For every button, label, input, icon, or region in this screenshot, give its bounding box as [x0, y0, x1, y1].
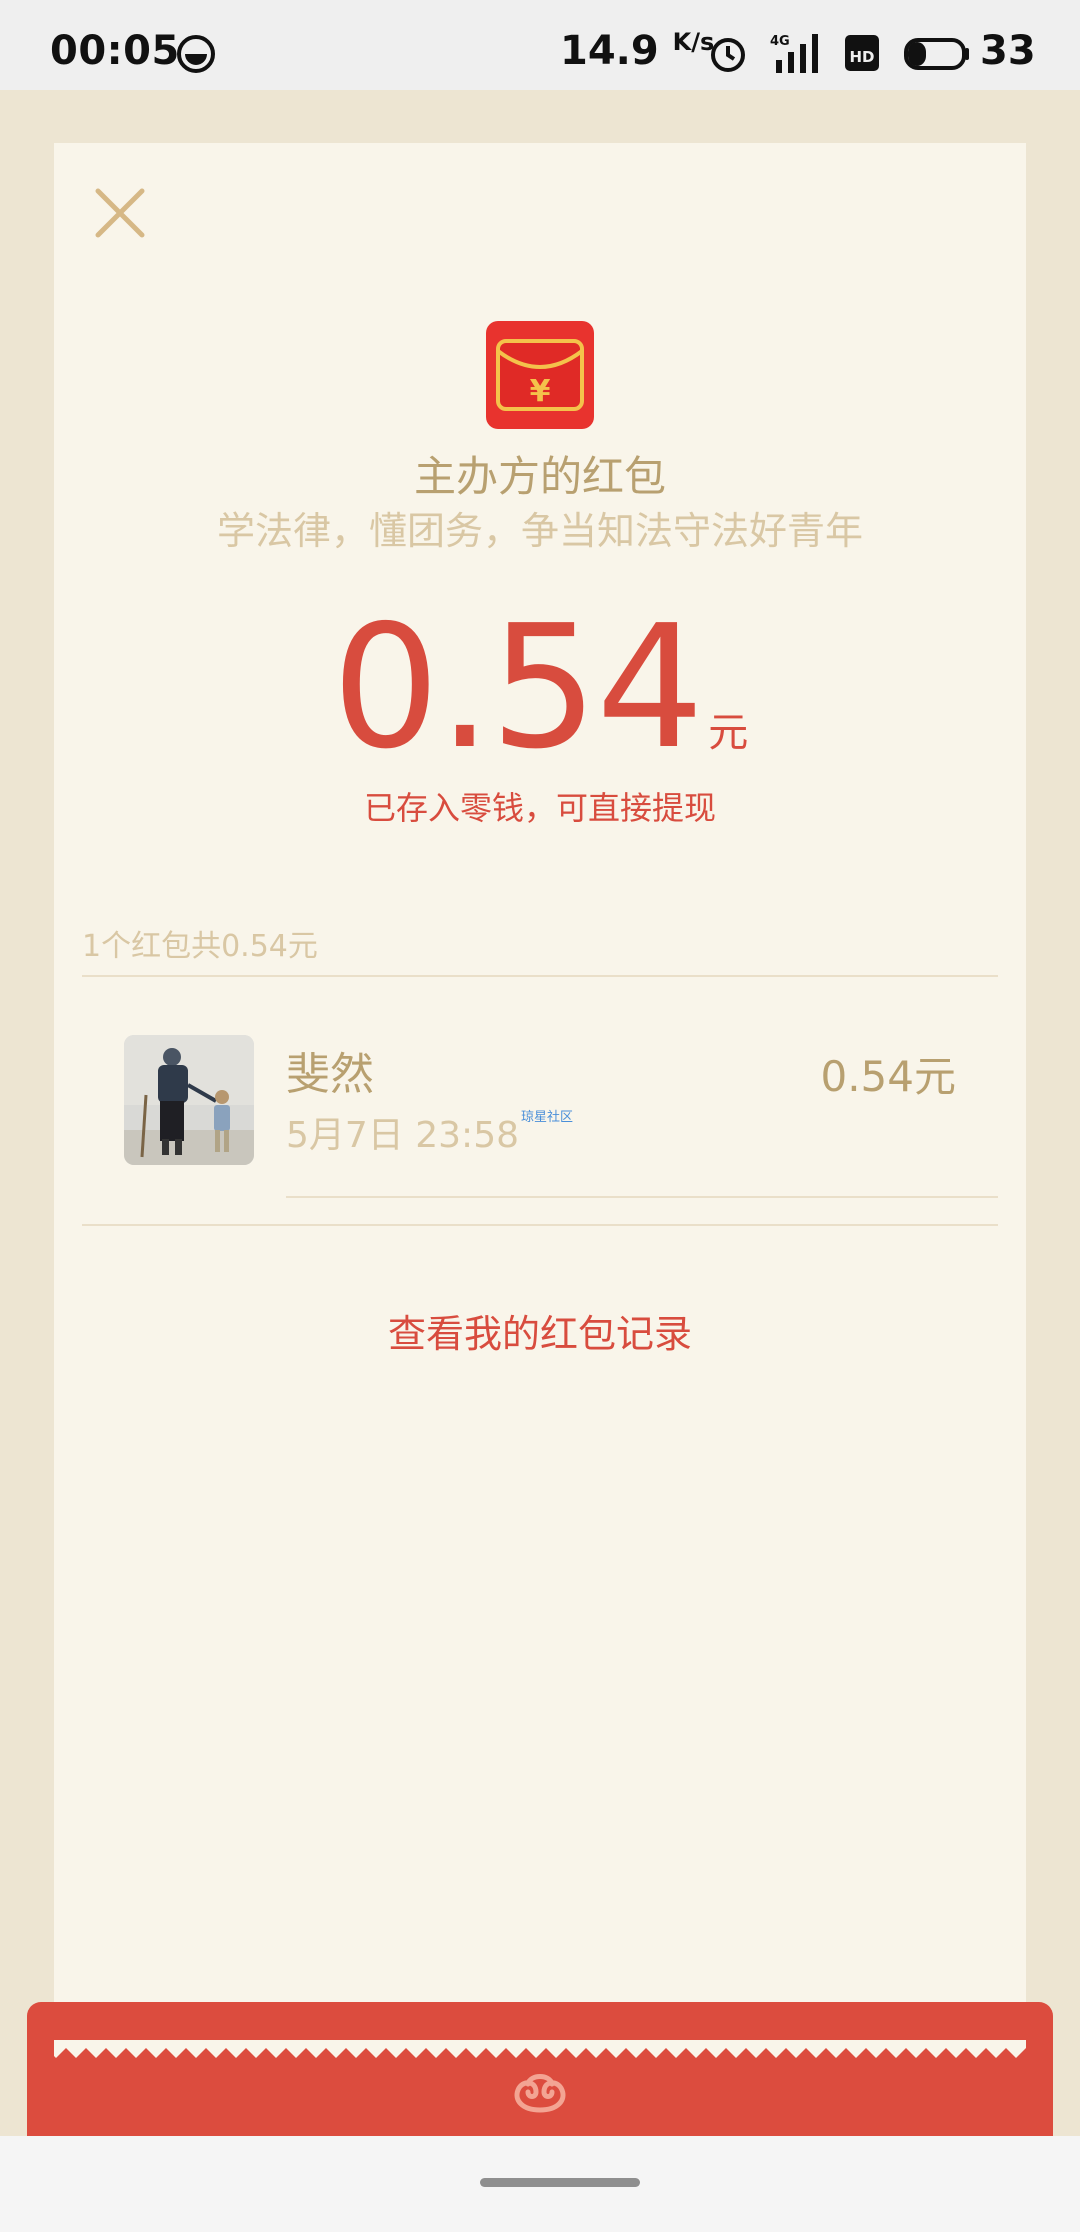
- cloud-logo-icon: [514, 2074, 566, 2113]
- amount-value: 0.54: [331, 589, 705, 787]
- packet-title: 主办方的红包: [413, 452, 666, 501]
- navigation-bar: [0, 2136, 1080, 2232]
- red-packet-card: ¥ 主办方的红包 学法律，懂团务，争当知法守法好青年 0.54 元 已存入零钱，可…: [54, 143, 1026, 2048]
- community-tag: 琼星社区: [521, 1110, 574, 1125]
- zigzag-edge: [54, 2040, 1026, 2058]
- receive-time: 5月7日 23:58 琼星社区: [286, 1110, 574, 1156]
- bottom-band: [27, 2002, 1053, 2136]
- network-speed: 14.9 K/s: [560, 28, 715, 74]
- divider: [286, 1196, 998, 1198]
- hd-icon: HD: [845, 35, 879, 71]
- avatar[interactable]: [124, 1035, 254, 1165]
- battery-level: 33: [980, 28, 1036, 74]
- status-time: 00:05: [50, 28, 180, 74]
- face-icon: [177, 35, 215, 73]
- divider: [82, 975, 998, 977]
- battery-icon: [904, 38, 969, 70]
- signal-icon: 4G: [770, 34, 818, 73]
- alarm-icon: [711, 38, 745, 72]
- close-icon[interactable]: [90, 183, 150, 243]
- svg-text:¥: ¥: [530, 374, 551, 409]
- packet-subtitle: 学法律，懂团务，争当知法守法好青年: [216, 509, 863, 553]
- home-indicator[interactable]: [480, 2178, 640, 2187]
- svg-text:HD: HD: [849, 48, 874, 66]
- amount-display: 0.54 元: [54, 603, 1026, 773]
- view-records-link[interactable]: 查看我的红包记录: [54, 1303, 1026, 1358]
- status-bar: 00:05 14.9 K/s 4G HD 33: [0, 0, 1080, 90]
- record-amount: 0.54元: [820, 1052, 956, 1101]
- sender-name: 斐然: [286, 1049, 374, 1100]
- packet-summary: 1个红包共0.54元: [82, 929, 318, 964]
- red-packet-icon: ¥: [486, 321, 594, 429]
- saved-to-wallet-text[interactable]: 已存入零钱，可直接提现: [54, 783, 1026, 829]
- divider: [82, 1224, 998, 1226]
- signal-label: 4G: [770, 34, 790, 49]
- amount-unit: 元: [708, 710, 749, 756]
